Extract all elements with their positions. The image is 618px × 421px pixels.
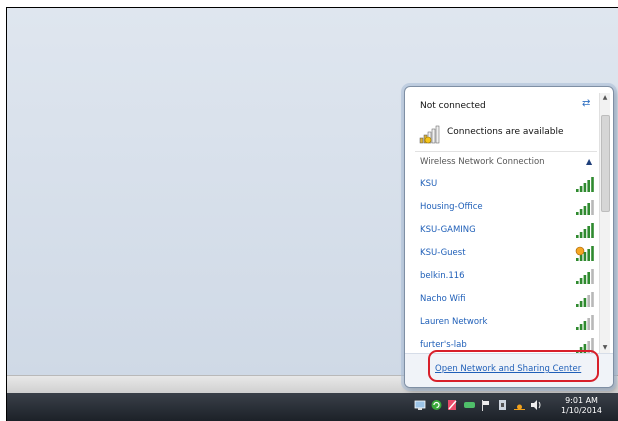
signal-strength-icon	[576, 269, 594, 284]
scroll-thumb[interactable]	[601, 115, 610, 212]
flag-icon[interactable]	[479, 398, 492, 412]
scroll-up-arrow-icon[interactable]: ▲	[600, 93, 610, 103]
taskbar-clock[interactable]: 9:01 AM 1/10/2014	[561, 396, 602, 416]
refresh-icon[interactable]: ⇄	[582, 98, 590, 109]
scroll-down-arrow-icon[interactable]: ▼	[600, 343, 610, 353]
section-title: Wireless Network Connection	[420, 157, 545, 167]
collapse-chevron-icon[interactable]: ▲	[586, 157, 592, 166]
signal-strength-icon	[576, 177, 594, 192]
signal-warning-icon	[575, 246, 594, 261]
display-icon[interactable]	[463, 398, 476, 412]
signal-bars-warning-icon	[419, 125, 440, 144]
network-icon[interactable]	[414, 398, 427, 412]
network-item[interactable]: Housing-Office	[415, 198, 597, 218]
network-name: Lauren Network	[420, 317, 488, 327]
tool-icon[interactable]	[446, 398, 459, 412]
power-icon[interactable]	[513, 398, 526, 412]
network-item[interactable]: KSU-Guest	[415, 244, 597, 264]
clock-time: 9:01 AM	[565, 396, 598, 405]
signal-strength-icon	[576, 315, 594, 330]
scrollbar[interactable]: ▲ ▼	[599, 93, 610, 353]
network-item[interactable]: belkin.116	[415, 267, 597, 287]
signal-strength-icon	[576, 292, 594, 307]
network-name: KSU-GAMING	[420, 225, 476, 235]
network-name: KSU-Guest	[420, 248, 466, 258]
network-item[interactable]: KSU	[415, 175, 597, 195]
signal-strength-icon	[576, 223, 594, 238]
network-item[interactable]: Lauren Network	[415, 313, 597, 333]
clock-date: 1/10/2014	[561, 406, 603, 415]
network-name: KSU	[420, 179, 438, 189]
network-item[interactable]: Nacho Wifi	[415, 290, 597, 310]
connection-status: Not connected	[420, 101, 486, 111]
network-name: Housing-Office	[420, 202, 483, 212]
taskbar	[7, 393, 618, 421]
network-popup: Not connected ⇄ Connections are availabl…	[404, 86, 614, 388]
network-name: belkin.116	[420, 271, 465, 281]
signal-strength-icon	[576, 200, 594, 215]
network-item[interactable]: KSU-GAMING	[415, 221, 597, 241]
frame-border-top	[7, 7, 618, 8]
network-name: Nacho Wifi	[420, 294, 466, 304]
frame-border-left	[6, 7, 7, 421]
network-name: furter's-lab	[420, 340, 467, 350]
section-divider	[415, 151, 597, 152]
volume-icon[interactable]	[529, 398, 542, 412]
usb-icon[interactable]	[496, 398, 509, 412]
red-highlight-annotation	[428, 350, 599, 382]
refresh-green-icon[interactable]	[430, 398, 443, 412]
connections-available-label: Connections are available	[447, 127, 564, 137]
screenshot: Not connected ⇄ Connections are availabl…	[0, 0, 618, 421]
